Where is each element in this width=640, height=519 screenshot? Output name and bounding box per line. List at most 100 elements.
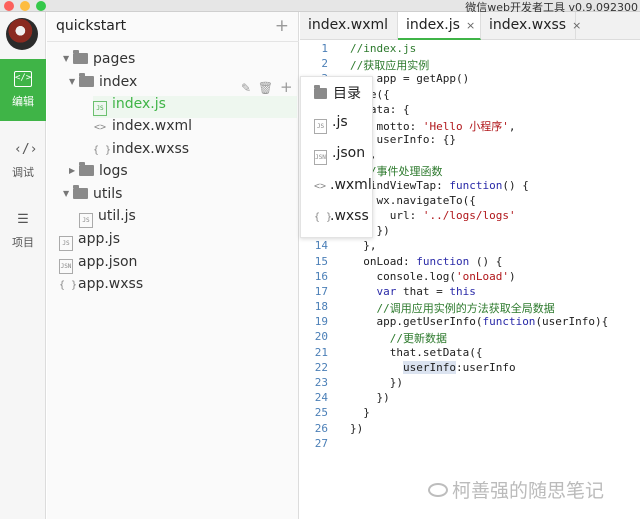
json-file-icon: JSN	[59, 259, 73, 274]
code-token: var	[376, 284, 397, 298]
code-token: })	[350, 375, 403, 389]
wxss-file-icon: { }	[59, 280, 78, 291]
js-file-icon: JS	[59, 236, 73, 251]
tab-close-icon[interactable]: ×	[572, 19, 581, 32]
tree-node-label: app.json	[78, 254, 138, 270]
code-token: console.log(	[350, 269, 456, 283]
tree-node-label: util.js	[98, 208, 136, 224]
wxml-file-icon: <>	[314, 181, 327, 192]
caret-down-icon[interactable]: ▼	[69, 77, 79, 86]
code-line: motto: 'Hello 小程序',	[350, 118, 515, 133]
tree-file[interactable]: { }app.wxss	[59, 276, 143, 298]
code-token: )	[508, 269, 516, 283]
code-line: }	[350, 406, 370, 421]
rail-tab-debug[interactable]: ‹/› 调试	[0, 130, 46, 192]
menu-item-js[interactable]: JS .js	[314, 114, 348, 136]
caret-down-icon[interactable]: ▼	[63, 189, 73, 198]
watermark-text: 柯善强的随思笔记	[452, 480, 605, 502]
rail-tab-project[interactable]: ☰ 项目	[0, 200, 46, 262]
caret-down-icon[interactable]: ▼	[63, 54, 73, 63]
tree-file[interactable]: { }index.wxss	[93, 141, 189, 163]
code-token: ,	[508, 119, 516, 133]
trash-icon[interactable]: 🗑	[258, 81, 273, 95]
code-line: },	[350, 239, 376, 254]
menu-item-json[interactable]: JSN .json	[314, 145, 365, 167]
code-line: that.setData({	[350, 345, 483, 361]
folder-icon	[73, 185, 88, 199]
code-token: '../logs/logs'	[422, 208, 516, 222]
zoom-window-button[interactable]	[36, 1, 46, 11]
code-token: })	[350, 421, 364, 435]
code-token: 'Hello 小程序'	[422, 119, 509, 133]
menu-item-label: .json	[332, 145, 366, 161]
tree-folder[interactable]: ▼ utils	[63, 185, 123, 208]
tree-folder[interactable]: ▼ pages	[63, 50, 135, 73]
code-line: })	[350, 391, 389, 406]
line-number: 16	[314, 269, 328, 283]
minimize-window-button[interactable]	[20, 1, 30, 11]
code-token: function	[482, 315, 536, 329]
wxml-file-icon: <>	[93, 122, 107, 133]
tree-node-label: logs	[99, 163, 128, 179]
caret-right-icon[interactable]: ▶	[69, 166, 79, 175]
code-token: app.getUserInfo(	[350, 315, 483, 329]
line-number: 26	[314, 421, 328, 435]
tree-folder[interactable]: ▼ index	[69, 73, 138, 96]
menu-item-label: .wxml	[330, 177, 372, 193]
code-token: function	[449, 178, 503, 192]
code-token: that.setData({	[350, 345, 483, 359]
code-line: console.log('onLoad')	[350, 269, 516, 285]
tab-index-wxml[interactable]: index.wxml	[300, 12, 398, 40]
code-line: onLoad: function () {	[350, 255, 502, 270]
add-file-icon[interactable]: +	[275, 16, 289, 36]
tree-file[interactable]: JS index.js	[93, 96, 297, 118]
code-token: that =	[396, 284, 450, 298]
tree-node-label: index	[99, 74, 138, 90]
tree-node-label: app.js	[78, 231, 120, 247]
code-token: //获取应用实例	[350, 59, 430, 73]
code-token: //index.js	[350, 42, 417, 55]
code-token: 'onLoad'	[455, 269, 509, 283]
line-number: 21	[314, 345, 328, 359]
close-window-button[interactable]	[4, 1, 14, 11]
rail-tab-label: 编辑	[12, 95, 34, 108]
code-line: //index.js	[350, 42, 416, 57]
code-token: :userInfo	[455, 360, 516, 374]
js-file-icon: JS	[314, 119, 327, 134]
tree-node-label: index.wxml	[112, 118, 193, 134]
watermark: 柯善强的随思笔记	[428, 476, 604, 503]
menu-item-wxss[interactable]: { }.wxss	[314, 208, 369, 230]
line-number: 27	[314, 436, 328, 450]
line-number: 22	[314, 360, 328, 374]
tree-file[interactable]: JS app.js	[59, 231, 120, 253]
tab-index-wxss[interactable]: index.wxss ×	[481, 12, 581, 40]
code-token: onLoad:	[350, 254, 417, 268]
menu-item-wxml[interactable]: <> .wxml	[314, 177, 372, 199]
tree-file[interactable]: JSN app.json	[59, 254, 137, 276]
menu-item-folder[interactable]: 目录	[314, 83, 361, 105]
line-number: 1	[321, 42, 328, 55]
avatar[interactable]	[6, 18, 38, 50]
tree-folder[interactable]: ▶ logs	[69, 162, 128, 185]
line-number: 23	[314, 375, 328, 389]
tree-node-label: utils	[93, 186, 123, 202]
code-token: function	[416, 254, 470, 268]
folder-icon	[73, 50, 88, 64]
code-bracket-icon: </>	[14, 71, 32, 87]
code-token: () {	[469, 254, 503, 268]
tree-file[interactable]: JS util.js	[79, 208, 136, 230]
rail-tab-edit[interactable]: </> 编辑	[0, 59, 46, 121]
code-line: app.getUserInfo(function(userInfo){	[350, 315, 608, 330]
tree-node-label: index.js	[112, 96, 166, 112]
code-token: (userInfo){	[535, 315, 609, 329]
add-icon[interactable]: +	[280, 78, 293, 96]
tab-close-icon[interactable]: ×	[466, 19, 475, 32]
code-line: })	[350, 376, 403, 391]
code-token: //更新数据	[350, 332, 447, 346]
tab-index-js[interactable]: index.js ×	[398, 12, 481, 40]
tab-label: index.wxml	[308, 17, 389, 33]
tree-file[interactable]: <> index.wxml	[93, 118, 192, 140]
menu-item-label: 目录	[333, 86, 361, 102]
edit-icon[interactable]: ✎	[241, 81, 251, 95]
tree-node-label: app.wxss	[78, 276, 144, 292]
